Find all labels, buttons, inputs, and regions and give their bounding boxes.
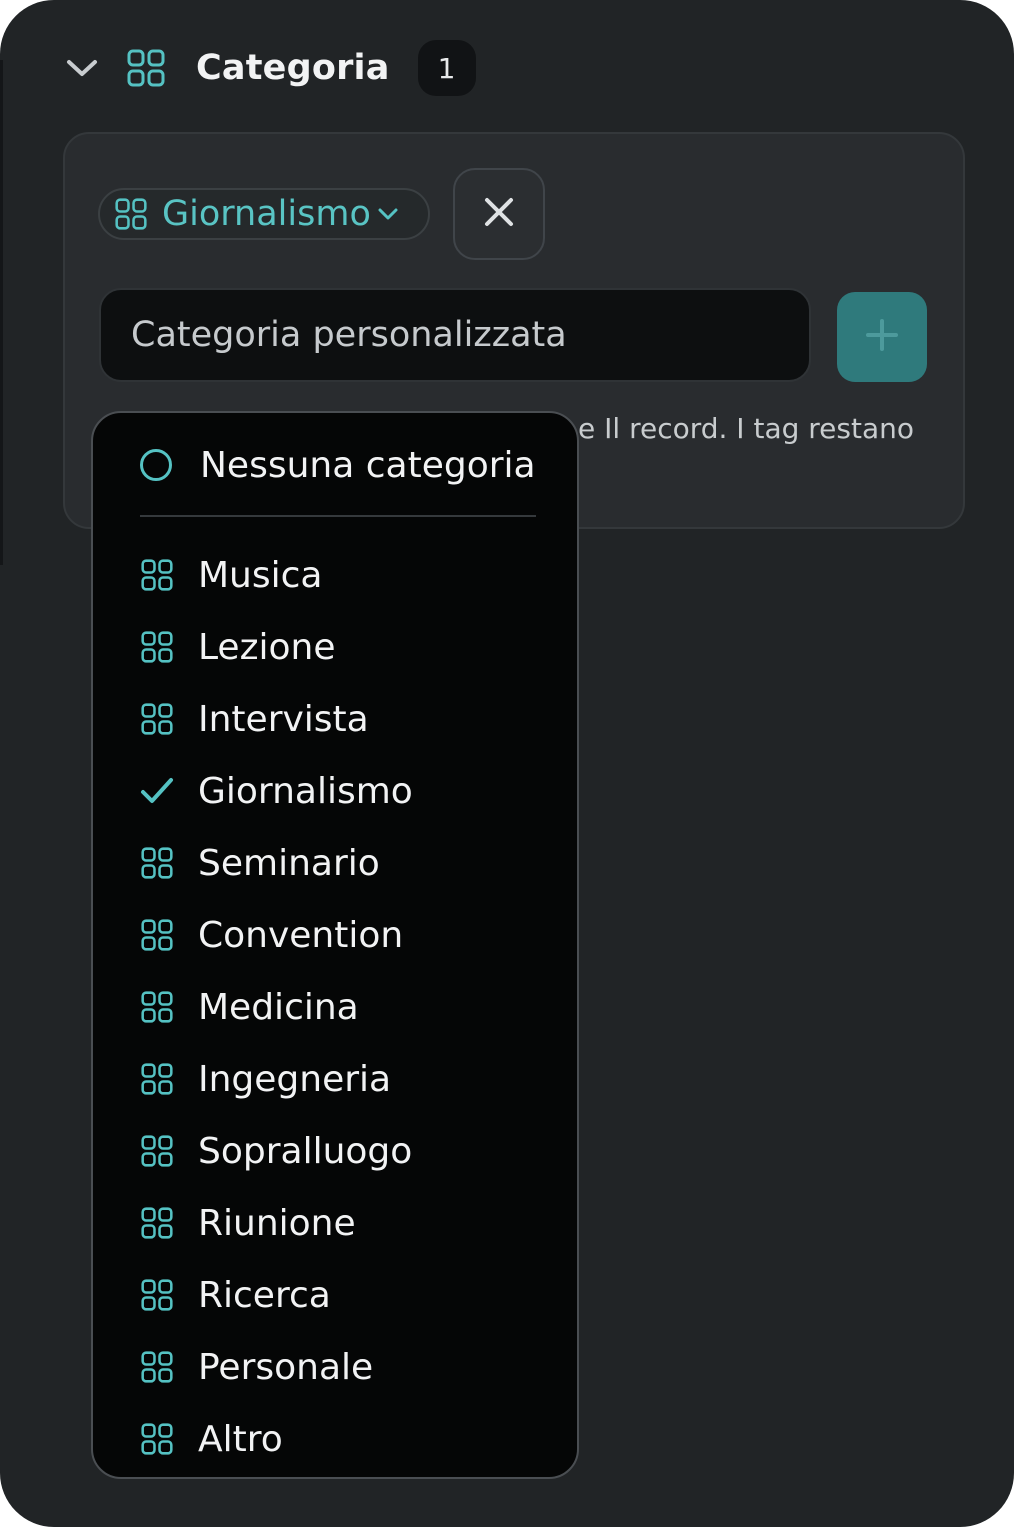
window-edge [0,60,3,565]
menu-item-label: Ingegneria [198,1058,392,1100]
menu-item-label: Musica [198,554,323,596]
grid-icon [140,1278,174,1312]
menu-item-label: Altro [198,1418,283,1460]
menu-item-ricerca[interactable]: Ricerca [140,1259,413,1331]
menu-item-label: Intervista [198,698,369,740]
menu-item-label: Riunione [198,1202,356,1244]
circle-icon [140,449,172,481]
menu-item-sopralluogo[interactable]: Sopralluogo [140,1115,413,1187]
menu-item-label: Giornalismo [198,770,413,812]
hint-text: e Il record. I tag restano [578,412,914,445]
menu-item-label: Ricerca [198,1274,331,1316]
checkmark-icon [140,774,174,808]
chevron-down-icon [377,202,401,226]
menu-item-label: Sopralluogo [198,1130,413,1172]
grid-icon [140,630,174,664]
add-category-button[interactable] [837,292,927,382]
menu-item-seminario[interactable]: Seminario [140,827,413,899]
menu-item-label: Personale [198,1346,374,1388]
window: Categoria 1 Giornalismo e Il record. I t… [0,0,1014,1527]
menu-item-riunione[interactable]: Riunione [140,1187,413,1259]
selected-category-chip[interactable]: Giornalismo [98,188,430,240]
menu-list: Musica Lezione Intervista Giornalismo Semina… [140,539,413,1475]
menu-item-altro[interactable]: Altro [140,1403,413,1475]
menu-item-label: Nessuna categoria [200,444,536,486]
menu-item-lezione[interactable]: Lezione [140,611,413,683]
menu-item-label: Seminario [198,842,380,884]
grid-icon [140,1134,174,1168]
grid-icon [140,846,174,880]
chevron-down-icon[interactable] [62,48,102,88]
menu-item-no-category[interactable]: Nessuna categoria [140,439,536,491]
grid-icon [114,197,148,231]
menu-item-giornalismo[interactable]: Giornalismo [140,755,413,827]
plus-icon [864,317,900,357]
close-icon [482,195,516,233]
menu-item-label: Convention [198,914,404,956]
count-badge: 1 [417,40,476,96]
section-title: Categoria [196,48,390,88]
menu-item-label: Lezione [198,626,336,668]
section-header[interactable]: Categoria 1 [60,38,476,98]
custom-category-input[interactable] [99,288,811,382]
menu-item-intervista[interactable]: Intervista [140,683,413,755]
menu-item-musica[interactable]: Musica [140,539,413,611]
grid-icon [140,1062,174,1096]
grid-icon [140,1206,174,1240]
grid-icon [140,918,174,952]
grid-icon [140,1350,174,1384]
menu-item-convention[interactable]: Convention [140,899,413,971]
divider [140,515,536,517]
menu-item-label: Medicina [198,986,359,1028]
remove-category-button[interactable] [453,168,545,260]
grid-icon [126,48,166,88]
menu-item-medicina[interactable]: Medicina [140,971,413,1043]
category-dropdown: Nessuna categoria Musica Lezione Intervist… [91,411,579,1479]
menu-item-personale[interactable]: Personale [140,1331,413,1403]
grid-icon [140,1422,174,1456]
grid-icon [140,558,174,592]
grid-icon [140,702,174,736]
grid-icon [140,990,174,1024]
chip-label: Giornalismo [162,194,371,234]
menu-item-ingegneria[interactable]: Ingegneria [140,1043,413,1115]
